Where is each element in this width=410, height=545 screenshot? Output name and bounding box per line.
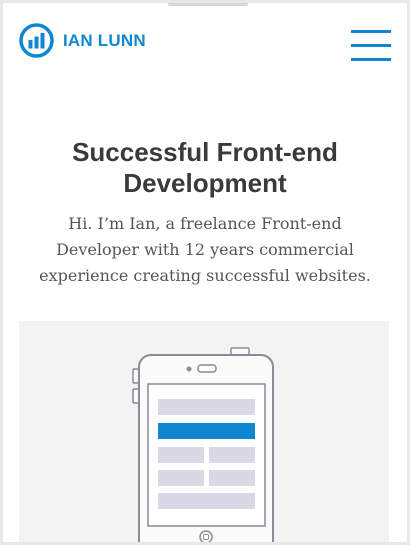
- menu-bar: [351, 30, 391, 33]
- mobile-phone-wireframe-illustration: [132, 347, 274, 542]
- hero-intro-line: experience creating successful websites.: [39, 266, 371, 285]
- hero-title-line: Development: [123, 168, 287, 198]
- hero-intro-line: Developer with 12 years commercial: [56, 240, 354, 259]
- hero-intro-line: Hi. I’m Ian, a freelance Front-end: [68, 214, 342, 233]
- hero-title-line: Successful Front-end: [72, 137, 338, 167]
- hero-intro: Hi. I’m Ian, a freelance Front-end Devel…: [13, 211, 397, 289]
- hero-title: Successful Front-end Development: [3, 137, 407, 199]
- menu-bar: [351, 44, 391, 47]
- bar-chart-logo-icon: [19, 23, 54, 58]
- logo-text: IAN LUNN: [63, 30, 146, 50]
- illustration-panel: [19, 321, 389, 542]
- site-logo[interactable]: IAN LUNN: [19, 23, 146, 58]
- menu-bar: [351, 58, 391, 61]
- site-header: IAN LUNN: [3, 3, 407, 83]
- page-viewport: IAN LUNN Successful Front-end Developmen…: [3, 3, 407, 542]
- hamburger-menu-icon[interactable]: [351, 30, 391, 64]
